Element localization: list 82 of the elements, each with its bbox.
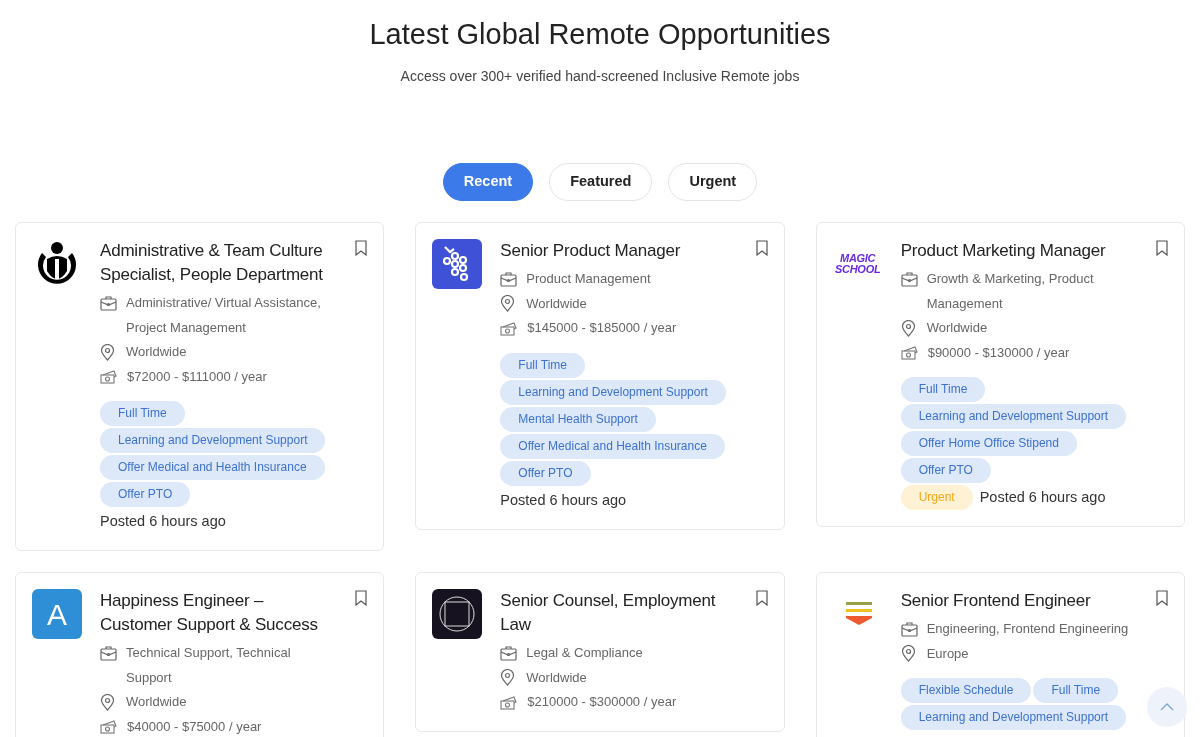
- job-salary: $40000 - $75000 / year: [127, 717, 262, 736]
- job-title[interactable]: Administrative & Team Culture Specialist, People Department: [100, 239, 338, 287]
- bookmark-icon[interactable]: [355, 590, 368, 606]
- location-pin-icon: [100, 693, 115, 711]
- job-tag: Full Time: [1033, 678, 1119, 703]
- job-salary: $72000 - $111000 / year: [127, 367, 267, 386]
- job-card[interactable]: Senior Counsel, Employment Law Legal & Compliance Worldwide $210000 - $300000 / year: [415, 572, 785, 732]
- money-icon: [500, 320, 519, 336]
- job-location: Worldwide: [126, 693, 187, 711]
- job-salary: $210000 - $300000 / year: [527, 693, 677, 711]
- job-tag: Full Time: [500, 352, 585, 378]
- job-card[interactable]: Senior Frontend Engineer Engineering, Frontend Engineering Europe Flexible Schedule Full Time Learning and Development Support: [815, 572, 1185, 737]
- job-tag: Learning and Development Support: [500, 379, 726, 405]
- job-tag: Offer PTO: [900, 458, 991, 483]
- job-title[interactable]: Product Marketing Manager: [900, 239, 1138, 263]
- job-location: Worldwide: [526, 668, 587, 687]
- job-category: Legal & Compliance: [526, 644, 643, 662]
- location-pin-icon: [500, 669, 516, 687]
- job-card[interactable]: [415, 222, 785, 530]
- job-tag: Mental Health Support: [500, 406, 656, 432]
- posted-time: Posted 6 hours ago: [979, 488, 1106, 507]
- urgent-tag: Urgent: [900, 485, 973, 510]
- job-location: Europe: [926, 644, 969, 663]
- job-category: Product Management: [526, 270, 651, 288]
- job-location: Worldwide: [126, 343, 187, 361]
- briefcase-icon: [500, 645, 518, 661]
- briefcase-icon: [900, 621, 918, 637]
- bookmark-icon[interactable]: [355, 240, 368, 256]
- logo: A: [32, 589, 82, 639]
- job-location: Worldwide: [926, 319, 988, 337]
- job-category: Engineering, Frontend Engineering: [926, 620, 1129, 638]
- filter-tab[interactable]: Urgent: [668, 163, 758, 201]
- page-subtitle: Access over 300+ verified hand-screened Inclusive Remote jobs: [400, 67, 800, 86]
- job-tag: Learning and Development Support: [900, 705, 1127, 730]
- job-tag: Offer Home Office Stipend: [900, 431, 1077, 456]
- briefcase-icon: [100, 295, 117, 311]
- job-title[interactable]: Happiness Engineer – Customer Support & Success: [100, 589, 338, 637]
- money-icon: [500, 694, 519, 710]
- location-pin-icon: [100, 343, 115, 361]
- bookmark-icon[interactable]: [1156, 240, 1168, 256]
- logo: [432, 589, 483, 639]
- location-pin-icon: [900, 319, 916, 337]
- job-location: Worldwide: [526, 294, 587, 313]
- money-icon: [100, 719, 118, 735]
- job-card[interactable]: [15, 222, 385, 551]
- money-icon: [100, 369, 118, 385]
- page-title: Latest Global Remote Opportunities: [369, 17, 831, 52]
- job-tag: Offer Medical and Health Insurance: [100, 455, 325, 480]
- location-pin-icon: [500, 295, 516, 313]
- job-tag: Offer PTO: [500, 460, 591, 486]
- bookmark-icon[interactable]: [755, 240, 768, 256]
- bookmark-icon[interactable]: [755, 590, 768, 606]
- job-tag: Offer PTO: [100, 482, 191, 507]
- job-salary: $90000 - $130000 / year: [927, 343, 1070, 362]
- job-category: Administrative/ Virtual Assistance, Project Management: [126, 294, 322, 337]
- job-tag: Learning and Development Support: [100, 428, 326, 453]
- posted-time: Posted 6 hours ago: [100, 512, 226, 531]
- posted-time: Posted 6 hours ago: [500, 490, 627, 510]
- logo: MAGIC SCHOOL: [833, 251, 882, 277]
- job-title[interactable]: Senior Counsel, Employment Law: [500, 589, 738, 637]
- job-card[interactable]: A Happiness Engineer – Customer Support & Success Technical Support, Technical Support Worldwide $40000 - $75000 / year: [15, 572, 385, 737]
- money-icon: [900, 345, 919, 361]
- job-title[interactable]: Senior Frontend Engineer: [900, 589, 1138, 613]
- job-tag: Learning and Development Support: [900, 404, 1127, 429]
- briefcase-icon: [100, 645, 117, 661]
- filter-tab[interactable]: Recent: [442, 163, 534, 201]
- briefcase-icon: [900, 271, 918, 287]
- job-salary: $145000 - $185000 / year: [527, 319, 677, 337]
- filter-tab[interactable]: Featured: [549, 163, 653, 201]
- job-category: Technical Support, Technical Support: [126, 644, 292, 687]
- logo: [432, 239, 483, 289]
- bookmark-icon[interactable]: [1156, 590, 1168, 606]
- location-pin-icon: [900, 645, 916, 663]
- job-tag: Offer Medical and Health Insurance: [500, 433, 725, 459]
- chevron-up-icon: [1160, 703, 1174, 711]
- job-tag: Full Time: [100, 401, 185, 426]
- job-card[interactable]: [815, 222, 1185, 527]
- job-category: Growth & Marketing, Product Management: [926, 270, 1095, 313]
- job-tag: Full Time: [900, 377, 986, 402]
- briefcase-icon: [500, 271, 518, 287]
- job-tag: Flexible Schedule: [900, 678, 1032, 703]
- job-title[interactable]: Senior Product Manager: [500, 239, 738, 263]
